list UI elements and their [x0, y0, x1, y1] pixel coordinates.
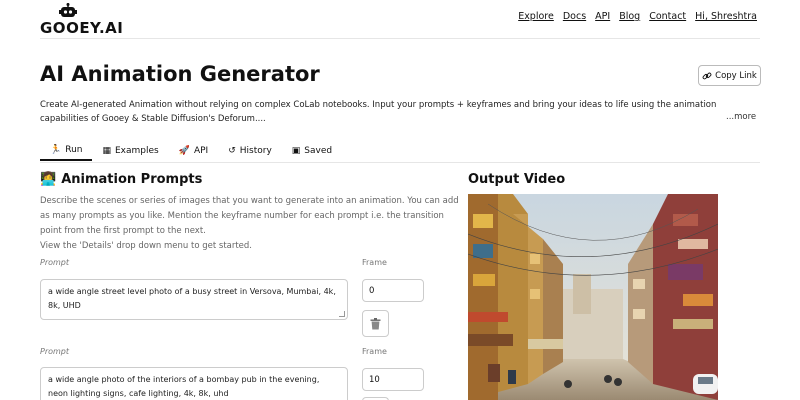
tab-saved[interactable]: ▣ Saved [282, 140, 342, 161]
tab-api[interactable]: 🚀 API [169, 140, 218, 161]
robot-logo-icon [59, 3, 77, 17]
top-header: GOOEY.AI Explore Docs API Blog Contact H… [0, 0, 800, 38]
prompt-text-1: a wide angle street level photo of a bus… [48, 287, 336, 310]
tab-run[interactable]: 🏃 Run [40, 140, 93, 161]
logo-text: GOOEY.AI [40, 19, 124, 37]
gooey-logo[interactable]: GOOEY.AI [40, 3, 130, 37]
nav-explore[interactable]: Explore [518, 11, 554, 22]
street-scene-image [468, 194, 718, 400]
nav-contact[interactable]: Contact [649, 11, 686, 22]
frame-input-1[interactable]: 0 [362, 279, 424, 302]
delete-prompt-button[interactable] [362, 310, 389, 337]
nav-user-greeting[interactable]: Hi, Shreshtra [695, 11, 757, 22]
resize-handle[interactable] [339, 311, 345, 317]
help-line: Describe the scenes or series of images … [40, 196, 459, 206]
prompt-label: Prompt [40, 347, 70, 356]
frame-input-2[interactable]: 10 [362, 368, 424, 391]
trash-icon [370, 317, 381, 329]
tab-history-label: History [239, 145, 272, 156]
tab-run-label: Run [65, 144, 83, 155]
history-icon: ↺ [228, 145, 236, 156]
tab-examples[interactable]: ▦ Examples [92, 140, 168, 161]
top-nav: Explore Docs API Blog Contact Hi, Shresh… [518, 11, 757, 22]
frame-label: Frame [362, 258, 387, 267]
animation-prompts-title: Animation Prompts [61, 172, 203, 187]
more-link[interactable]: ...more [726, 112, 756, 122]
tab-bar: 🏃 Run ▦ Examples 🚀 API ↺ History ▣ Saved [40, 140, 342, 162]
tab-divider [40, 162, 760, 163]
tab-history[interactable]: ↺ History [218, 140, 282, 161]
copy-link-label: Copy Link [715, 70, 757, 81]
prompt-input-2[interactable]: a wide angle photo of the interiors of a… [40, 367, 348, 400]
page-title: AI Animation Generator [40, 62, 320, 86]
output-video-title: Output Video [468, 172, 566, 187]
prompt-input-1[interactable]: a wide angle street level photo of a bus… [40, 279, 348, 320]
tab-examples-label: Examples [115, 145, 159, 156]
prompt-label: Prompt [40, 258, 70, 267]
page-description: Create AI-generated Animation without re… [40, 100, 717, 124]
nav-docs[interactable]: Docs [563, 11, 586, 22]
output-video-player[interactable] [468, 194, 718, 400]
frame-label: Frame [362, 347, 387, 356]
technologist-emoji-icon: 👩‍💻 [40, 172, 57, 187]
copy-link-button[interactable]: Copy Link [698, 65, 761, 86]
prompt-text-2: a wide angle photo of the interiors of a… [48, 375, 320, 398]
grid-icon: ▦ [102, 145, 111, 156]
saved-icon: ▣ [291, 145, 301, 156]
help-line: point from the first prompt to the next. [40, 226, 206, 236]
nav-blog[interactable]: Blog [619, 11, 640, 22]
help-line: as many prompts as you like. Mention the… [40, 211, 444, 221]
prompts-help-text: Describe the scenes or series of images … [40, 194, 460, 254]
tab-api-label: API [193, 145, 209, 156]
animation-prompts-heading: 👩‍💻 Animation Prompts [40, 172, 202, 187]
tab-saved-label: Saved [304, 145, 333, 156]
rocket-icon: 🚀 [178, 145, 190, 156]
help-line: View the 'Details' drop down menu to get… [40, 241, 253, 251]
link-icon [702, 72, 712, 79]
nav-api[interactable]: API [595, 11, 610, 22]
run-icon: 🏃 [50, 144, 62, 155]
header-divider [40, 38, 760, 39]
